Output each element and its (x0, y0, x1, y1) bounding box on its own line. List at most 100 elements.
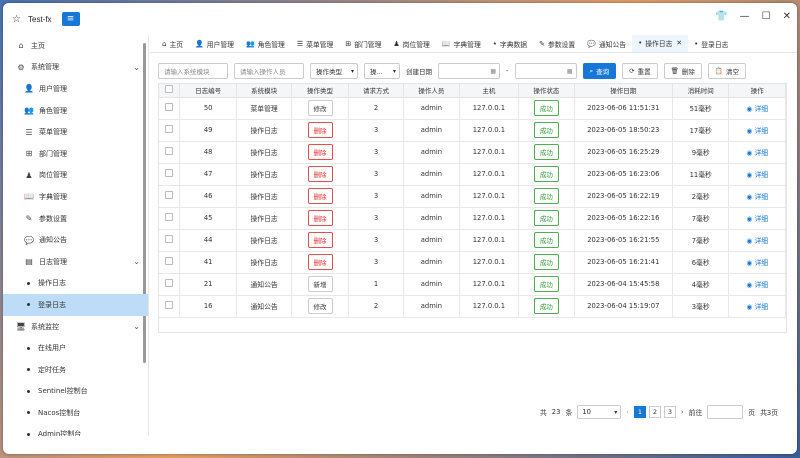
dot-icon: • (638, 39, 643, 47)
sidebar-item[interactable]: Nacos控制台 (3, 402, 148, 424)
page-number-button[interactable]: 2 (648, 406, 661, 418)
sidebar-item[interactable]: 💬 通知公告 (3, 229, 148, 251)
detail-link[interactable]: 详细 (754, 237, 768, 245)
table-row[interactable]: 50 菜单管理 修改 2 admin 127.0.0.1 成功 2023-06-06 11:5… (159, 97, 786, 120)
tab[interactable]: ⊞ 部门管理 (339, 35, 387, 52)
sidebar-item[interactable]: 在线用户 (3, 337, 148, 359)
table-row[interactable]: 44 操作日志 删除 3 admin 127.0.0.1 成功 2023-06-05 16:2… (159, 229, 786, 252)
select-all-checkbox[interactable] (165, 85, 174, 94)
table-row[interactable]: 21 通知公告 新增 1 admin 127.0.0.1 成功 2023-06-04 15:4… (159, 273, 786, 296)
tab[interactable]: 💬 通知公告 (581, 35, 632, 52)
reset-button[interactable]: ⟳ 重置 (622, 63, 658, 79)
page-number-button[interactable]: 3 (663, 406, 676, 418)
sidebar-item[interactable]: 🖥 系统监控 ⌄ (3, 316, 148, 338)
cell-text: 3 (373, 126, 379, 134)
menu-toggle-button[interactable]: ≡ (61, 12, 80, 26)
cell-text: 49 (203, 126, 213, 134)
close-tab-icon[interactable]: ✕ (676, 39, 682, 47)
cell-text: 3 (373, 258, 379, 266)
detail-link[interactable]: 详细 (754, 303, 768, 311)
detail-link[interactable]: 详细 (754, 105, 768, 113)
sidebar-item[interactable]: ⌂ 主页 (3, 35, 148, 57)
cell-date: 2023-06-05 18:50:23 (574, 119, 673, 142)
maximize-button[interactable]: ☐ (762, 11, 771, 22)
tab[interactable]: • 登录日志 (688, 35, 734, 52)
detail-link[interactable]: 详细 (754, 149, 768, 157)
tab[interactable]: 📖 字典管理 (436, 35, 487, 52)
table-row[interactable]: 49 操作日志 删除 3 admin 127.0.0.1 成功 2023-06-05 18:5… (159, 119, 786, 142)
tab[interactable]: 👥 角色管理 (240, 35, 291, 52)
sidebar-item[interactable]: 定时任务 (3, 359, 148, 381)
sidebar-item-label: 系统监控 (31, 322, 59, 331)
sidebar-item[interactable]: 📖 字典管理 (3, 186, 148, 208)
tab[interactable]: ✎ 参数设置 (533, 35, 581, 52)
detail-link[interactable]: 详细 (754, 281, 768, 289)
goto-page-input[interactable] (707, 405, 744, 419)
sidebar-item[interactable]: 操作日志 (3, 273, 148, 295)
cell-status: 成功 (518, 295, 575, 318)
prev-page-button[interactable]: ‹ (626, 408, 629, 416)
sidebar-item[interactable]: ✎ 参数设置 (3, 208, 148, 230)
detail-link[interactable]: 详细 (754, 215, 768, 223)
search-button[interactable]: ⌕ 查询 (582, 63, 617, 79)
row-checkbox[interactable] (165, 301, 174, 309)
next-page-button[interactable]: › (681, 408, 684, 416)
sidebar-item[interactable]: 👥 角色管理 (3, 100, 148, 122)
table-row[interactable]: 16 通知公告 修改 2 admin 127.0.0.1 成功 2023-06-04 15:1… (159, 295, 786, 318)
start-date-input[interactable]: ▦ (438, 63, 500, 79)
row-checkbox[interactable] (165, 125, 174, 133)
tab[interactable]: ♟ 岗位管理 (387, 35, 435, 52)
detail-link[interactable]: 详细 (754, 127, 768, 135)
tab[interactable]: • 字典数据 (487, 35, 533, 52)
sidebar-item-label: 角色管理 (39, 106, 67, 115)
page-size-select[interactable]: 10 ▾ (577, 405, 622, 419)
sidebar-item[interactable]: ☰ 菜单管理 (3, 121, 148, 143)
row-checkbox[interactable] (165, 191, 174, 199)
module-search-input[interactable]: 请输入系统模块 (158, 63, 228, 79)
sidebar-item[interactable]: 👤 用户管理 (3, 78, 148, 100)
sidebar-item[interactable]: ⚙ 系统管理 ⌄ (3, 57, 148, 79)
table-row[interactable]: 41 操作日志 删除 3 admin 127.0.0.1 成功 2023-06-05 16:2… (159, 251, 786, 274)
minimize-button[interactable]: — (740, 11, 750, 22)
cell-text: 21 (203, 280, 213, 288)
status-badge: 成功 (533, 232, 559, 248)
clear-button[interactable]: 📋 清空 (707, 63, 746, 79)
tab[interactable]: 👤 用户管理 (189, 35, 240, 52)
row-checkbox[interactable] (165, 235, 174, 243)
row-checkbox[interactable] (165, 213, 174, 221)
status-badge: 成功 (533, 210, 559, 226)
tab[interactable]: ☰ 菜单管理 (291, 35, 339, 52)
cell-text: 操作日志 (250, 237, 278, 245)
type-select[interactable]: 操作类型 ▾ (310, 63, 358, 79)
row-checkbox[interactable] (165, 103, 174, 111)
tab[interactable]: • 操作日志 ✕ (632, 35, 689, 52)
table-row[interactable]: 47 操作日志 删除 3 admin 127.0.0.1 成功 2023-06-05 16:2… (159, 163, 786, 186)
page-number-button[interactable]: 1 (633, 406, 646, 418)
delete-button[interactable]: 🗑 删除 (663, 63, 702, 79)
row-checkbox[interactable] (165, 169, 174, 177)
cell-text: 2023-06-04 15:45:58 (587, 280, 660, 288)
status-select[interactable]: 操... ▾ (364, 63, 400, 79)
sidebar-item[interactable]: ♟ 岗位管理 (3, 165, 148, 187)
detail-link[interactable]: 详细 (754, 193, 768, 201)
table-row[interactable]: 45 操作日志 删除 3 admin 127.0.0.1 成功 2023-06-05 16:2… (159, 207, 786, 230)
sidebar-item[interactable]: 登录日志 (3, 294, 148, 316)
sidebar-item[interactable]: Admin控制台 (3, 424, 148, 436)
cell-text: 通知公告 (250, 281, 278, 289)
detail-link[interactable]: 详细 (754, 259, 768, 267)
end-date-input[interactable]: ▦ (514, 63, 577, 79)
sidebar-item[interactable]: Sentinel控制台 (3, 381, 148, 403)
row-select-cell (159, 229, 181, 252)
operator-search-input[interactable]: 请输入操作人员 (234, 63, 304, 79)
table-row[interactable]: 48 操作日志 删除 3 admin 127.0.0.1 成功 2023-06-05 16:2… (159, 141, 786, 164)
row-checkbox[interactable] (165, 279, 174, 287)
table-row[interactable]: 46 操作日志 删除 3 admin 127.0.0.1 成功 2023-06-05 16:2… (159, 185, 786, 208)
tab[interactable]: ⌂ 主页 (156, 35, 189, 52)
sidebar-item[interactable]: ▤ 日志管理 ⌄ (3, 251, 148, 273)
theme-icon[interactable]: 👕 (715, 11, 727, 22)
row-checkbox[interactable] (165, 257, 174, 265)
sidebar-item[interactable]: ⊞ 部门管理 (3, 143, 148, 165)
detail-link[interactable]: 详细 (754, 171, 768, 179)
close-button[interactable]: ✕ (783, 11, 791, 22)
row-checkbox[interactable] (165, 147, 174, 155)
